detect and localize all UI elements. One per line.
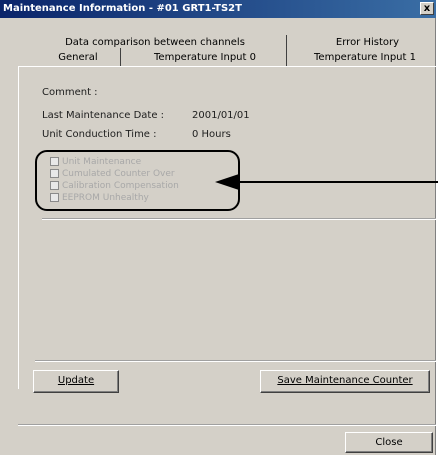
maintenance-dialog: Maintenance Information - #01 GRT1-TS2T …: [0, 0, 438, 455]
last-maintenance-label: Last Maintenance Date :: [42, 110, 165, 121]
update-button-label: Update: [57, 375, 95, 386]
unit-conduction-value: 0 Hours: [192, 129, 231, 140]
close-button-label: Close: [375, 437, 403, 448]
divider: [35, 360, 436, 362]
tab-general[interactable]: General: [38, 50, 118, 66]
window-title: Maintenance Information - #01 GRT1-TS2T: [3, 3, 242, 14]
last-maintenance-value: 2001/01/01: [192, 110, 250, 121]
unit-conduction-label: Unit Conduction Time :: [42, 129, 157, 140]
title-bar: Maintenance Information - #01 GRT1-TS2T …: [0, 0, 436, 18]
tab-error-history[interactable]: Error History: [330, 35, 405, 51]
title-close-button[interactable]: x: [420, 2, 434, 15]
divider: [42, 218, 436, 220]
callout-outline: [35, 150, 240, 211]
tab-separator: [286, 35, 287, 49]
comment-label: Comment :: [42, 87, 98, 98]
tab-separator: [286, 48, 287, 66]
divider: [18, 424, 436, 426]
update-button[interactable]: Update: [33, 370, 119, 393]
close-button[interactable]: Close: [345, 432, 433, 453]
save-counter-button-label: Save Maintenance Counter: [277, 375, 413, 386]
save-maintenance-counter-button[interactable]: Save Maintenance Counter: [260, 370, 430, 393]
tab-temperature-input-1[interactable]: Temperature Input 1: [300, 50, 430, 66]
tab-separator: [120, 48, 121, 66]
callout-arrow-icon: [215, 174, 438, 190]
tab-temperature-input-0[interactable]: Temperature Input 0: [140, 50, 270, 66]
tab-data-comparison[interactable]: Data comparison between channels: [50, 35, 260, 51]
